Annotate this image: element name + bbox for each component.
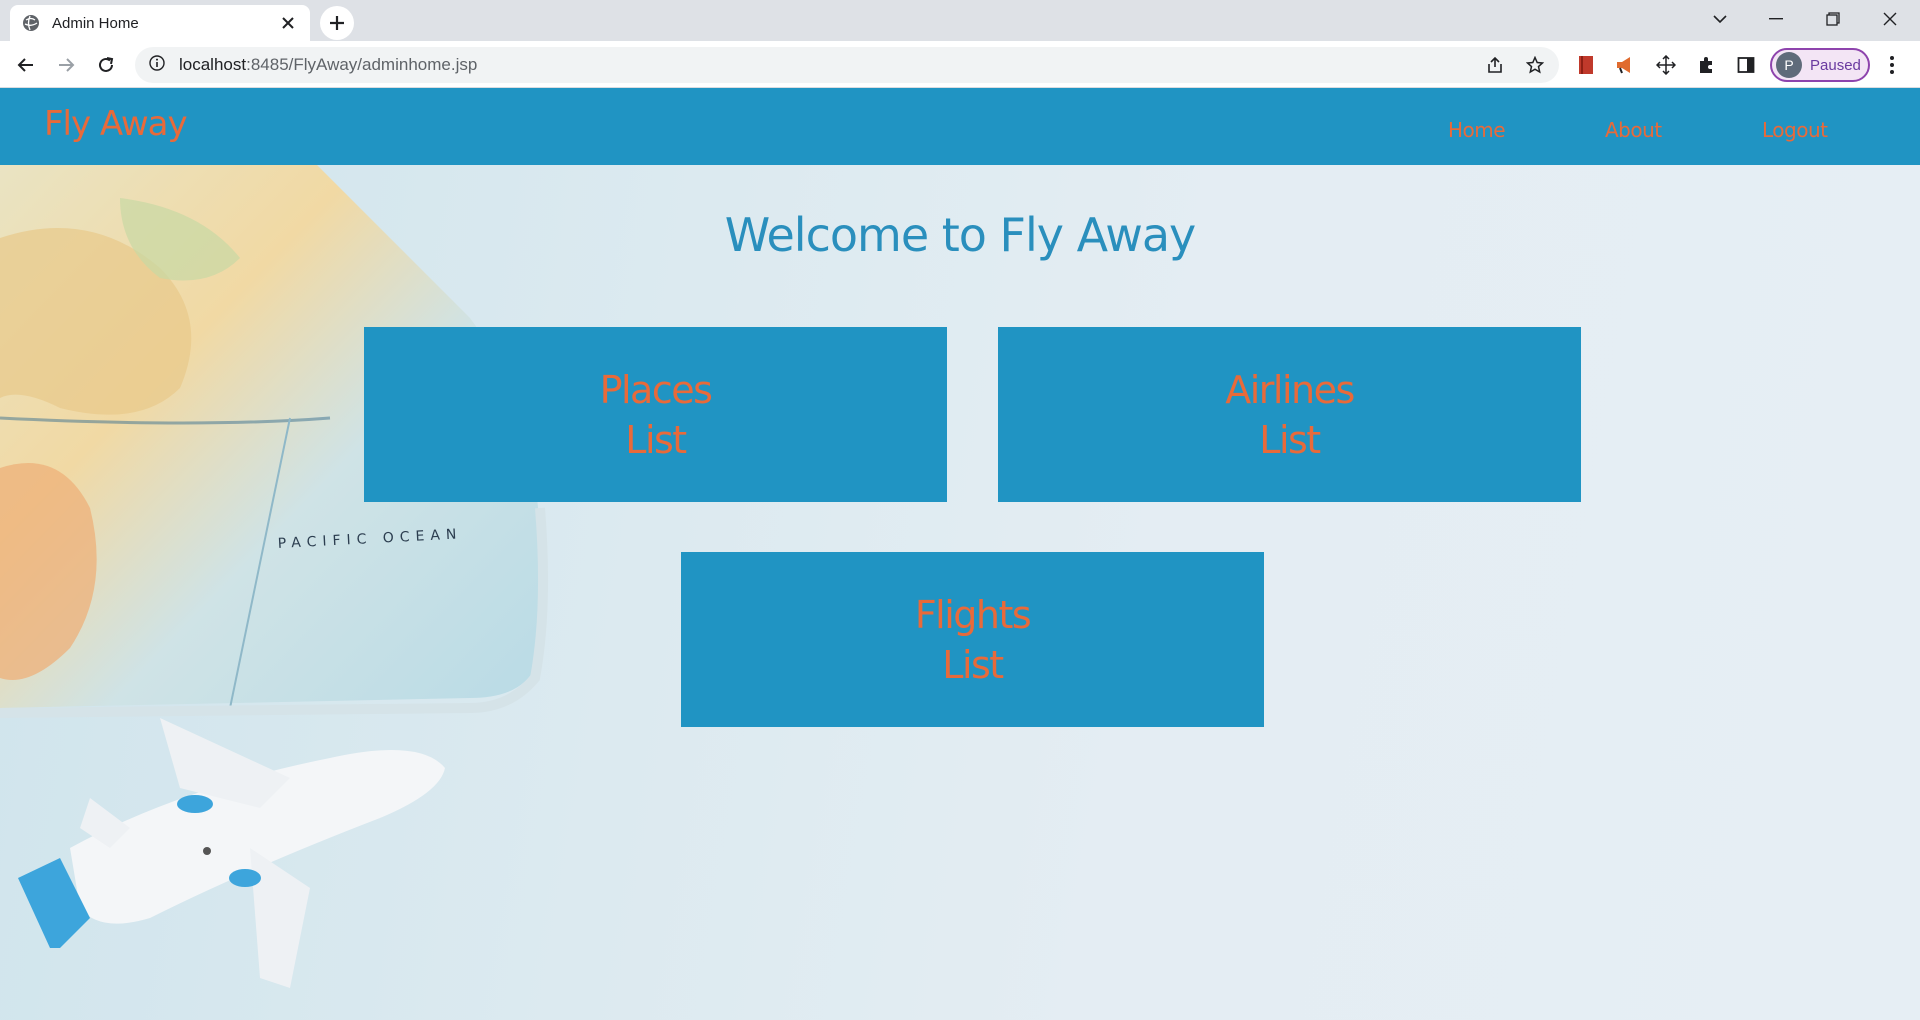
nav-link-home[interactable]: Home	[1448, 118, 1506, 142]
more-menu-icon[interactable]	[1876, 49, 1908, 81]
card-label-line2: List	[1259, 417, 1321, 462]
url-path: :8485/FlyAway/adminhome.jsp	[246, 55, 478, 74]
card-label-line1: Places	[599, 367, 713, 412]
site-navbar: Fly Away Home About Logout	[0, 88, 1920, 165]
profile-button[interactable]: P Paused	[1770, 48, 1870, 82]
address-bar[interactable]: localhost:8485/FlyAway/adminhome.jsp	[135, 47, 1559, 83]
tab-title: Admin Home	[52, 14, 139, 32]
close-tab-icon[interactable]	[278, 13, 298, 33]
browser-toolbar: localhost:8485/FlyAway/adminhome.jsp P P…	[0, 41, 1920, 88]
site-info-icon[interactable]	[149, 55, 165, 75]
reload-icon[interactable]	[90, 49, 122, 81]
card-label-line2: List	[942, 642, 1004, 687]
share-icon[interactable]	[1479, 47, 1511, 83]
globe-icon	[22, 14, 40, 32]
new-tab-button[interactable]	[320, 6, 354, 40]
extension-red-book-icon[interactable]	[1570, 49, 1602, 81]
profile-status: Paused	[1810, 56, 1861, 74]
page-viewport: PACIFIC OCEAN Fly Away Home About Logout…	[0, 88, 1920, 1020]
browser-tab-active[interactable]: Admin Home	[10, 5, 310, 41]
page-title: Welcome to Fly Away	[724, 208, 1197, 262]
browser-tabstrip: Admin Home	[0, 0, 1920, 41]
url-text: localhost:8485/FlyAway/adminhome.jsp	[179, 55, 477, 75]
extension-move-icon[interactable]	[1650, 49, 1682, 81]
minimize-icon[interactable]	[1748, 0, 1804, 38]
site-brand[interactable]: Fly Away	[44, 104, 188, 144]
airlines-list-button[interactable]: Airlines List	[998, 327, 1581, 502]
extension-megaphone-icon[interactable]	[1610, 49, 1642, 81]
card-label-line2: List	[625, 417, 687, 462]
extensions-puzzle-icon[interactable]	[1690, 49, 1722, 81]
close-window-icon[interactable]	[1862, 0, 1918, 38]
flights-list-button[interactable]: Flights List	[681, 552, 1264, 727]
url-host: localhost	[179, 55, 247, 74]
card-label-line1: Flights	[914, 592, 1032, 637]
card-label-line1: Airlines	[1225, 367, 1355, 412]
nav-link-about[interactable]: About	[1605, 118, 1662, 142]
bookmark-star-icon[interactable]	[1519, 47, 1551, 83]
back-arrow-icon[interactable]	[10, 49, 42, 81]
places-list-button[interactable]: Places List	[364, 327, 947, 502]
forward-arrow-icon[interactable]	[50, 49, 82, 81]
toy-airplane	[18, 718, 445, 988]
nav-link-logout[interactable]: Logout	[1762, 118, 1828, 142]
tab-search-icon[interactable]	[1692, 0, 1748, 38]
avatar: P	[1776, 52, 1802, 78]
side-panel-icon[interactable]	[1730, 49, 1762, 81]
restore-icon[interactable]	[1805, 0, 1861, 38]
